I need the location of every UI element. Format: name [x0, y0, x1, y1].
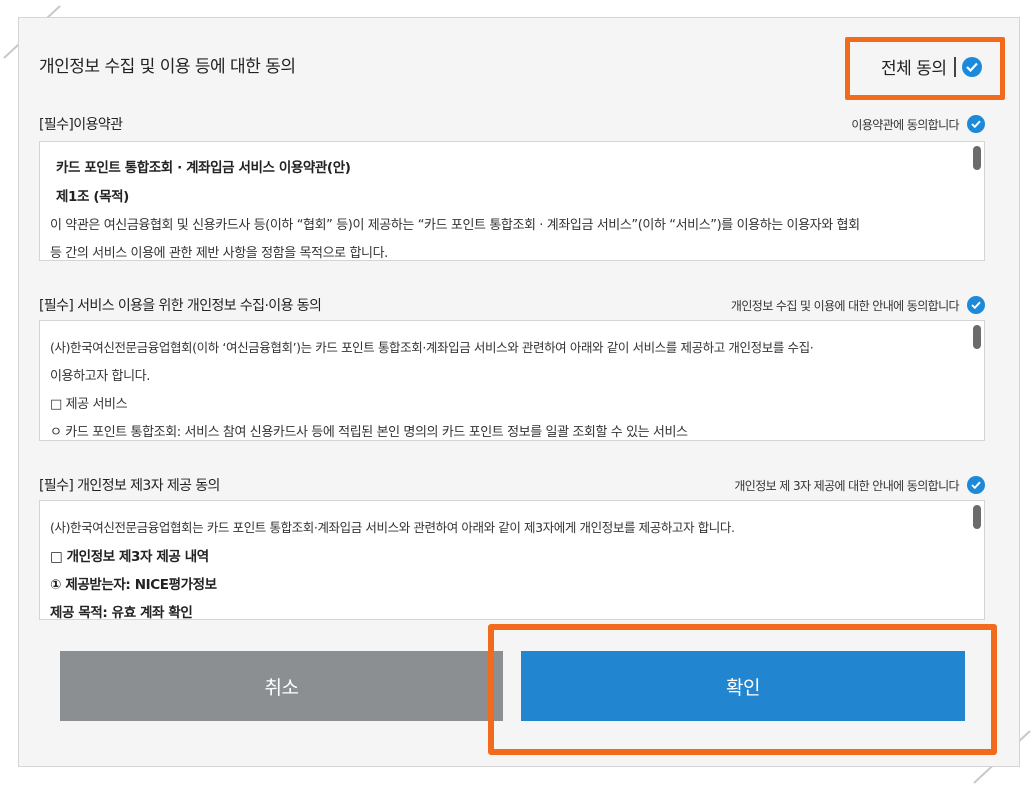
- third-party-body-line: ① 제공받는자: NICE평가정보: [50, 577, 217, 593]
- section-title: [필수]이용약관: [39, 117, 123, 133]
- terms-article-title: 제1조 (목적): [56, 189, 129, 205]
- privacy-text-box[interactable]: (사)한국여신전문금융업협회(이하 ‘여신금융협회’)는 카드 포인트 통합조회…: [39, 320, 985, 441]
- check-circle-icon: [967, 476, 985, 494]
- text-cursor: [954, 56, 957, 77]
- dialog-title: 개인정보 수집 및 이용 등에 대한 동의: [39, 57, 296, 77]
- third-party-agree-checkbox[interactable]: 개인정보 제 3자 제공에 대한 안내에 동의합니다: [734, 476, 985, 494]
- privacy-body-line: □ 제공 서비스: [50, 397, 128, 412]
- confirm-highlight: [488, 624, 997, 755]
- third-party-body-line: □ 개인정보 제3자 제공 내역: [50, 549, 209, 565]
- section-terms-header: [필수]이용약관 이용약관에 동의합니다: [39, 114, 985, 134]
- scrollbar-thumb[interactable]: [973, 325, 981, 349]
- privacy-body-line: (사)한국여신전문금융업협회(이하 ‘여신금융협회’)는 카드 포인트 통합조회…: [50, 340, 814, 355]
- section-title: [필수] 서비스 이용을 위한 개인정보 수집·이용 동의: [39, 298, 322, 314]
- check-circle-icon: [962, 56, 983, 77]
- agree-label: 이용약관에 동의합니다: [851, 117, 959, 132]
- scrollbar-thumb[interactable]: [973, 146, 981, 170]
- section-privacy-header: [필수] 서비스 이용을 위한 개인정보 수집·이용 동의 개인정보 수집 및 …: [39, 295, 985, 315]
- terms-body-line: 등 간의 서비스 이용에 관한 제반 사항을 정함을 목적으로 합니다.: [50, 246, 388, 261]
- terms-agree-checkbox[interactable]: 이용약관에 동의합니다: [851, 115, 985, 133]
- all-agree-label: 전체 동의: [881, 59, 947, 79]
- terms-text-box[interactable]: 카드 포인트 통합조회 · 계좌입금 서비스 이용약관(안) 제1조 (목적) …: [39, 141, 985, 261]
- third-party-text-box[interactable]: (사)한국여신전문금융업협회는 카드 포인트 통합조회·계좌입금 서비스와 관련…: [39, 500, 985, 620]
- scrollbar-thumb[interactable]: [973, 505, 981, 529]
- privacy-body-line: 이용하고자 합니다.: [50, 369, 150, 384]
- agree-label: 개인정보 수집 및 이용에 대한 안내에 동의합니다: [730, 298, 960, 313]
- all-agree-checkbox[interactable]: 전체 동의: [881, 54, 983, 79]
- terms-body-line: 이 약관은 여신금융협회 및 신용카드사 등(이하 “협회” 등)이 제공하는 …: [50, 218, 860, 233]
- consent-dialog: 개인정보 수집 및 이용 등에 대한 동의 전체 동의 [필수]이용약관 이용약…: [18, 17, 1020, 767]
- privacy-agree-checkbox[interactable]: 개인정보 수집 및 이용에 대한 안내에 동의합니다: [731, 296, 985, 314]
- privacy-body-line: ㅇ 카드 포인트 통합조회: 서비스 참여 신용카드사 등에 적립된 본인 명의…: [50, 425, 688, 440]
- agree-label: 개인정보 제 3자 제공에 대한 안내에 동의합니다: [734, 478, 959, 493]
- terms-heading: 카드 포인트 통합조회 · 계좌입금 서비스 이용약관(안): [56, 160, 351, 176]
- third-party-body-line: (사)한국여신전문금융업협회는 카드 포인트 통합조회·계좌입금 서비스와 관련…: [50, 520, 735, 535]
- third-party-body-line: 제공 목적: 유효 계좌 확인: [50, 605, 193, 620]
- section-third-party-header: [필수] 개인정보 제3자 제공 동의 개인정보 제 3자 제공에 대한 안내에…: [39, 475, 985, 495]
- cancel-button[interactable]: 취소: [60, 651, 503, 721]
- section-title: [필수] 개인정보 제3자 제공 동의: [39, 478, 220, 494]
- check-circle-icon: [967, 296, 985, 314]
- check-circle-icon: [967, 115, 985, 133]
